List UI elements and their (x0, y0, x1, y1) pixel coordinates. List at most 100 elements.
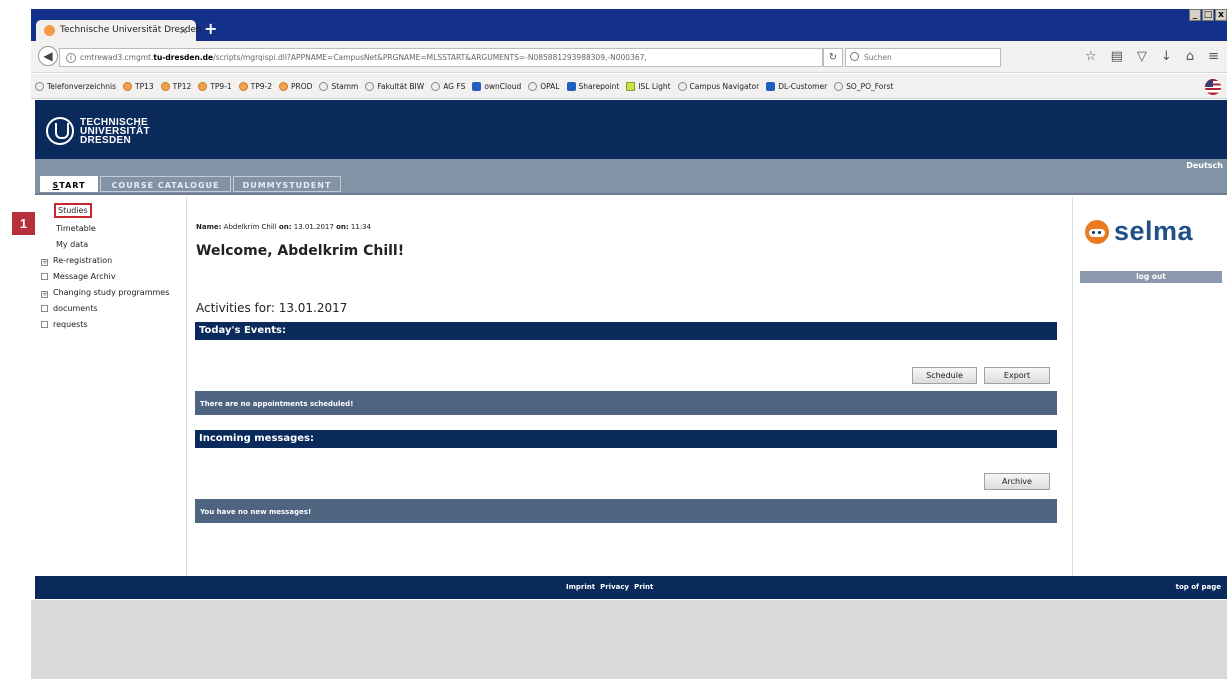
toolbar-icons: ☆ ▤ ▽ ↓ ⌂ ≡ (1085, 49, 1219, 64)
reload-icon[interactable]: ↻ (823, 48, 843, 67)
reading-list-icon[interactable]: ▤ (1111, 49, 1123, 64)
tu-icon (431, 81, 441, 91)
sidebar-item-re-registration[interactable]: + Re-registration (41, 256, 112, 266)
tu-icon (834, 81, 844, 91)
main-tabs: START COURSE CATALOGUE DUMMYSTUDENT (35, 173, 1227, 195)
tu-icon (35, 81, 44, 91)
url-domain: tu-dresden.de (153, 53, 214, 62)
dl-icon (766, 81, 776, 91)
search-input[interactable]: Suchen (845, 48, 1001, 67)
tu-logo-icon (46, 117, 74, 145)
sidebar-item-changing-study-programmes[interactable]: + Changing study programmes (41, 288, 169, 298)
close-tab-icon[interactable]: × (179, 24, 188, 37)
bookmark-star-icon[interactable]: ☆ (1085, 49, 1097, 64)
home-icon[interactable]: ⌂ (1186, 49, 1194, 64)
bookmark-ag-fs[interactable]: AG FS (431, 81, 465, 91)
main-content: Name: Abdelkrim Chill on: 13.01.2017 on:… (188, 197, 1072, 576)
page-content: TECHNISCHE UNIVERSITÄT DRESDEN Deutsch S… (12, 100, 1227, 600)
export-button[interactable]: Export (984, 367, 1050, 384)
us-flag-icon[interactable] (1205, 79, 1221, 95)
url-bar[interactable]: i cmtrewad3.cmgmt.tu-dresden.de/scripts/m… (59, 48, 823, 67)
print-link[interactable]: Print (634, 583, 653, 591)
isl-icon (626, 81, 636, 91)
browser-tab[interactable]: Technische Universität Dresden × (36, 20, 202, 41)
bookmark-tp9-2[interactable]: TP9-2 (238, 81, 272, 91)
maximize-button[interactable]: □ (1202, 9, 1214, 21)
logo-text: TECHNISCHE UNIVERSITÄT DRESDEN (80, 116, 150, 146)
selma-icon (123, 81, 132, 91)
info-icon[interactable]: i (66, 53, 76, 63)
imprint-link[interactable]: Imprint (566, 583, 595, 591)
top-of-page-link[interactable]: top of page (1176, 583, 1221, 591)
close-window-button[interactable]: x (1215, 9, 1227, 21)
empty-viewport-area (31, 600, 1227, 679)
bookmark-campus-navigator[interactable]: Campus Navigator (677, 81, 759, 91)
bookmark-tp9-1[interactable]: TP9-1 (198, 81, 232, 91)
bookmark-tp13[interactable]: TP13 (123, 81, 154, 91)
selma-icon (279, 81, 289, 91)
url-prefix: cmtrewad3.cmgmt. (80, 53, 154, 62)
sidebar-item-documents[interactable]: documents (41, 304, 98, 313)
sharepoint-icon (566, 81, 576, 91)
selma-icon (198, 81, 208, 91)
sidebar-item-studies[interactable]: Studies (54, 203, 92, 218)
tab-dummystudent[interactable]: DUMMYSTUDENT (233, 176, 341, 192)
right-column: selma log out (1072, 197, 1227, 576)
step-badge: 1 (12, 212, 35, 235)
new-tab-button[interactable]: + (204, 19, 217, 38)
bookmark-stamm[interactable]: Stamm (319, 81, 358, 91)
login-date: 13.01.2017 (293, 223, 334, 231)
bookmark-dl-customer[interactable]: DL-Customer (766, 81, 827, 91)
login-time: 11:34 (350, 223, 372, 231)
selma-icon (160, 81, 170, 91)
tu-dresden-logo[interactable]: TECHNISCHE UNIVERSITÄT DRESDEN (46, 117, 150, 145)
bookmarks-bar: Telefonverzeichnis TP13 TP12 TP9-1 TP9-2… (31, 74, 1227, 99)
back-arrow-icon[interactable]: ◀ (38, 46, 58, 66)
minimize-button[interactable]: _ (1189, 9, 1201, 21)
selma-logo: selma (1085, 216, 1193, 247)
events-section-header: Today's Events: (195, 322, 1057, 340)
tu-icon (677, 81, 687, 91)
sidebar-item-my-data[interactable]: My data (56, 240, 88, 249)
bookmark-tp12[interactable]: TP12 (160, 81, 191, 91)
privacy-link[interactable]: Privacy (600, 583, 629, 591)
download-icon[interactable]: ↓ (1161, 49, 1172, 64)
bookmark-isl-light[interactable]: ISL Light (626, 81, 671, 91)
expand-icon[interactable]: + (41, 259, 48, 266)
selma-mascot-icon (1085, 219, 1109, 244)
cloud-icon (472, 81, 482, 91)
sidebar-item-message-archiv[interactable]: Message Archiv (41, 272, 116, 281)
sidebar-item-requests[interactable]: requests (41, 320, 88, 329)
footer-links: Imprint Privacy Print (566, 583, 653, 591)
schedule-button[interactable]: Schedule (912, 367, 977, 384)
bookmark-owncloud[interactable]: ownCloud (472, 81, 521, 91)
user-name: Abdelkrim Chill (223, 223, 277, 231)
bullet-icon (41, 273, 48, 280)
url-path: /scripts/mgrqispi.dll?APPNAME=CampusNet&… (213, 53, 647, 62)
sidebar-menu: 1 Studies Timetable My data + Re-registra… (12, 197, 187, 576)
language-switch-link[interactable]: Deutsch (1186, 161, 1223, 170)
logout-button[interactable]: log out (1080, 271, 1222, 283)
expand-icon[interactable]: + (41, 291, 48, 298)
tab-course-catalogue[interactable]: COURSE CATALOGUE (100, 176, 231, 192)
bookmark-sharepoint[interactable]: Sharepoint (566, 81, 619, 91)
language-bar: Deutsch (35, 159, 1227, 173)
menu-icon[interactable]: ≡ (1208, 49, 1219, 64)
bullet-icon (41, 321, 48, 328)
bookmark-so-po-forst[interactable]: SO_PO_Forst (834, 81, 893, 91)
pocket-icon[interactable]: ▽ (1137, 49, 1147, 64)
browser-navbar: ◀ i cmtrewad3.cmgmt.tu-dresden.de/scripts… (31, 41, 1227, 73)
window-controls: _ □ x (1189, 9, 1227, 21)
tu-icon (365, 81, 375, 91)
sidebar-item-timetable[interactable]: Timetable (56, 224, 96, 233)
page-title: Welcome, Abdelkrim Chill! (196, 243, 405, 259)
archive-button[interactable]: Archive (984, 473, 1050, 490)
no-messages-notice: You have no new messages! (195, 499, 1057, 523)
bookmark-opal[interactable]: OPAL (528, 81, 560, 91)
search-icon (850, 52, 859, 61)
bookmark-fakultaet-biw[interactable]: Fakultät BIW (365, 81, 424, 91)
bookmark-telefonverzeichnis[interactable]: Telefonverzeichnis (35, 81, 116, 91)
tab-start[interactable]: START (40, 176, 98, 192)
bookmark-prod[interactable]: PROD (279, 81, 312, 91)
bullet-icon (41, 305, 48, 312)
